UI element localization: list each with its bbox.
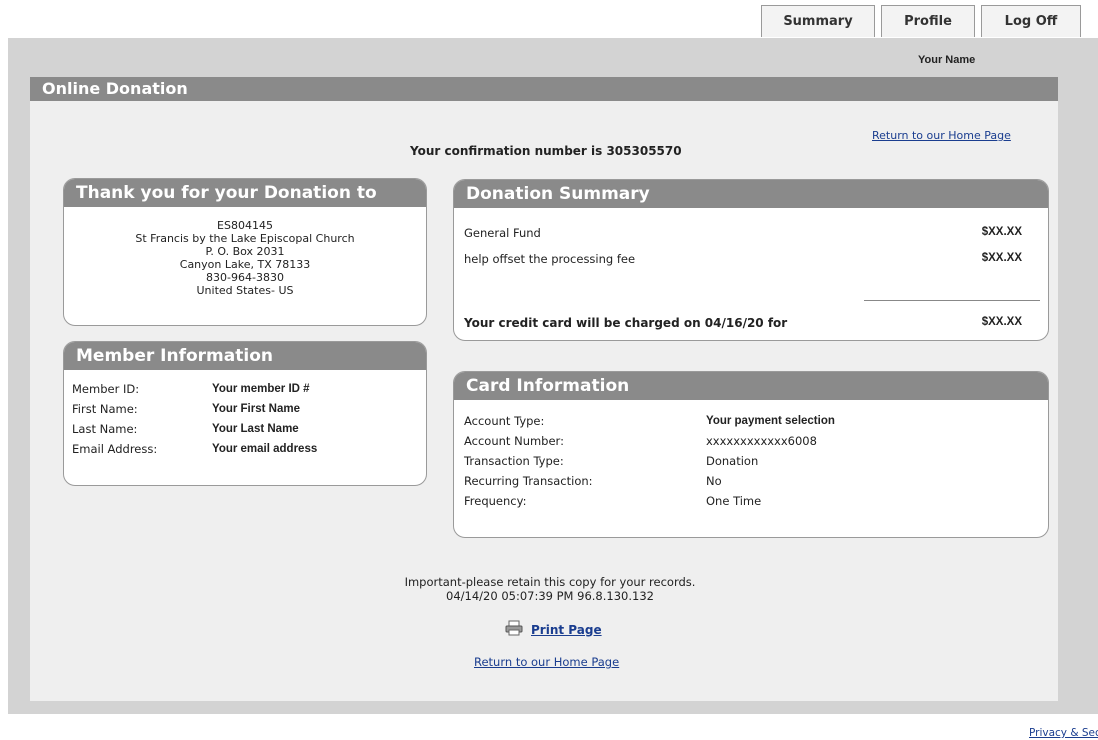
member-value: Your member ID # <box>212 383 310 395</box>
print-page-control[interactable]: Print Page <box>505 620 602 639</box>
member-label: First Name: <box>72 402 138 416</box>
address-line: United States- US <box>196 284 294 297</box>
thank-you-box: Thank you for your Donation to ES804145 … <box>63 178 427 326</box>
tab-log-off[interactable]: Log Off <box>981 5 1081 37</box>
card-value: Your payment selection <box>706 415 835 427</box>
member-row: First Name: Your First Name <box>64 399 426 419</box>
summary-divider <box>864 300 1040 301</box>
address-line: St Francis by the Lake Episcopal Church <box>135 232 355 245</box>
card-label: Frequency: <box>464 494 527 508</box>
user-name: Your Name <box>918 54 976 66</box>
church-address: ES804145 St Francis by the Lake Episcopa… <box>64 207 426 297</box>
card-row: Transaction Type: Donation <box>454 451 1048 471</box>
member-value: Your First Name <box>212 403 300 415</box>
address-line: P. O. Box 2031 <box>205 245 285 258</box>
member-row: Last Name: Your Last Name <box>64 419 426 439</box>
card-label: Transaction Type: <box>464 454 564 468</box>
retain-copy-text: Important-please retain this copy for yo… <box>404 575 696 589</box>
summary-item-label: help offset the processing fee <box>464 252 636 266</box>
printer-icon[interactable] <box>505 620 523 639</box>
page-title: Online Donation <box>30 77 1058 101</box>
privacy-security-link[interactable]: Privacy & Security <box>1029 727 1098 739</box>
address-line: 830-964-3830 <box>206 271 284 284</box>
summary-item-label: General Fund <box>464 226 541 240</box>
summary-item-amount: $XX.XX <box>981 252 1022 264</box>
card-rows: Account Type: Your payment selection Acc… <box>454 400 1048 511</box>
member-label: Email Address: <box>72 442 158 456</box>
member-info-header: Member Information <box>64 342 426 370</box>
card-row: Recurring Transaction: No <box>454 471 1048 491</box>
member-label: Member ID: <box>72 382 140 396</box>
records-note: Important-please retain this copy for yo… <box>380 575 720 603</box>
member-rows: Member ID: Your member ID # First Name: … <box>64 370 426 459</box>
card-row: Account Number: xxxxxxxxxxxx6008 <box>454 431 1048 451</box>
member-info-box: Member Information Member ID: Your membe… <box>63 341 427 486</box>
tab-profile[interactable]: Profile <box>881 5 975 37</box>
card-value: One Time <box>706 494 762 508</box>
card-label: Account Type: <box>464 414 545 428</box>
address-line: ES804145 <box>217 219 273 232</box>
member-row: Member ID: Your member ID # <box>64 379 426 399</box>
return-home-link-bottom[interactable]: Return to our Home Page <box>474 655 619 669</box>
tab-summary[interactable]: Summary <box>761 5 875 37</box>
print-page-link[interactable]: Print Page <box>531 623 602 637</box>
charge-text: Your credit card will be charged on 04/1… <box>464 316 788 330</box>
timestamp-text: 04/14/20 05:07:39 PM 96.8.130.132 <box>446 589 654 603</box>
card-row: Frequency: One Time <box>454 491 1048 511</box>
member-label: Last Name: <box>72 422 138 436</box>
member-value: Your email address <box>212 443 318 455</box>
top-tabs: Summary Profile Log Off <box>761 5 1081 37</box>
summary-item-amount: $XX.XX <box>981 226 1022 238</box>
card-label: Recurring Transaction: <box>464 474 593 488</box>
card-info-box: Card Information Account Type: Your paym… <box>453 371 1049 538</box>
charge-amount: $XX.XX <box>981 316 1022 328</box>
card-label: Account Number: <box>464 434 564 448</box>
return-home-link-top[interactable]: Return to our Home Page <box>872 129 1011 142</box>
card-value: xxxxxxxxxxxx6008 <box>706 434 817 448</box>
card-value: No <box>706 474 722 488</box>
donation-summary-box: Donation Summary General Fund $XX.XX hel… <box>453 179 1049 341</box>
confirmation-number: Your confirmation number is 305305570 <box>410 144 682 158</box>
card-row: Account Type: Your payment selection <box>454 411 1048 431</box>
thank-you-header: Thank you for your Donation to <box>64 179 426 207</box>
card-value: Donation <box>706 454 759 468</box>
donation-summary-header: Donation Summary <box>454 180 1048 208</box>
member-value: Your Last Name <box>212 423 299 435</box>
card-info-header: Card Information <box>454 372 1048 400</box>
address-line: Canyon Lake, TX 78133 <box>179 258 311 271</box>
member-row: Email Address: Your email address <box>64 439 426 459</box>
